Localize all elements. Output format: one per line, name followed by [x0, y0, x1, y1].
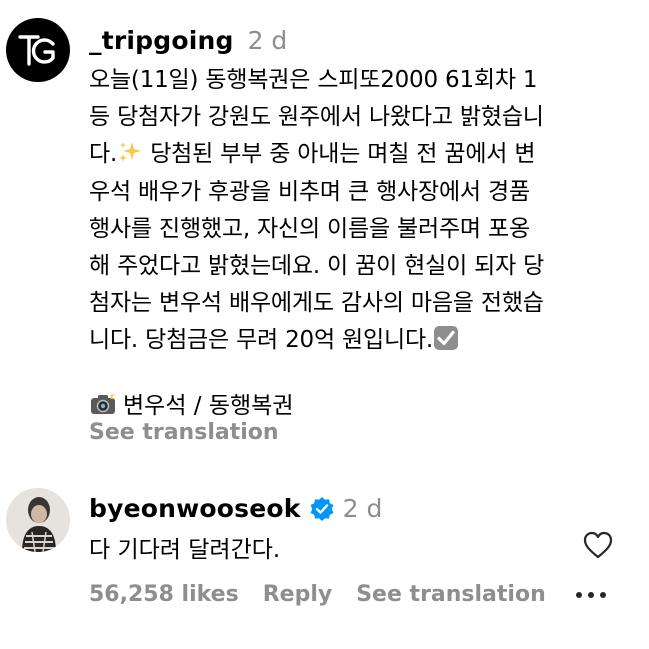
comment-line: 등 당첨자가 강원도 원주에서 나왔다고 밝혔습니 — [89, 104, 544, 131]
more-icon[interactable] — [574, 590, 608, 600]
check-mark-button-icon — [434, 326, 459, 351]
reply-username[interactable]: byeonwooseok — [89, 494, 301, 523]
tg-logo-icon — [18, 35, 55, 66]
comment-line: 우석 배우가 후광을 비추며 큰 행사장에서 경품 — [89, 178, 530, 205]
camera-flash-icon — [91, 391, 116, 414]
reply-button[interactable]: Reply — [263, 582, 333, 607]
comment-line: 니다. 당첨금은 무려 20억 원입니다. — [89, 327, 434, 354]
comment-line: 행사를 진행했고, 자신의 이름을 불러주며 포옹 — [89, 215, 530, 242]
avatar-tripgoing[interactable] — [6, 18, 70, 82]
profile-photo — [6, 488, 70, 552]
comment-line: 첨자는 변우석 배우에게도 감사의 마음을 전했습 — [89, 290, 544, 317]
comment-body: 오늘(11일) 동행복권은 스피또2000 61회차 1 등 당첨자가 강원도 … — [89, 62, 629, 360]
comment-line: 다. — [89, 141, 118, 168]
comment-line-continued: 당첨된 부부 중 아내는 며칠 전 꿈에서 변 — [143, 141, 536, 168]
heart-icon[interactable] — [582, 530, 614, 560]
sparkles-icon — [119, 142, 142, 163]
comment-line: 오늘(11일) 동행복권은 스피또2000 61회차 1 — [89, 67, 538, 93]
see-translation-link[interactable]: See translation — [89, 420, 279, 445]
hashtags[interactable]: 변우석 / 동행복권 — [123, 386, 294, 420]
reply-actions: 56,258 likes Reply See translation — [89, 582, 546, 607]
likes-count[interactable]: 56,258 likes — [89, 582, 239, 607]
comment-username[interactable]: _tripgoing — [89, 26, 234, 55]
avatar-byeonwooseok[interactable] — [6, 488, 70, 552]
reply-timestamp[interactable]: 2 d — [343, 494, 383, 523]
hashtag-line: 변우석 / 동행복권 — [89, 386, 294, 420]
reply-body: 다 기다려 달려간다. — [89, 537, 281, 563]
comment-line: 해 주었다고 밝혔는데요. 이 꿈이 현실이 되자 당 — [89, 253, 545, 280]
see-translation-button[interactable]: See translation — [356, 582, 546, 607]
comment-header: _tripgoing 2 d — [89, 26, 287, 55]
verified-badge-icon — [310, 496, 334, 521]
reply-header: byeonwooseok 2 d — [89, 494, 382, 523]
comment-timestamp[interactable]: 2 d — [248, 26, 288, 55]
